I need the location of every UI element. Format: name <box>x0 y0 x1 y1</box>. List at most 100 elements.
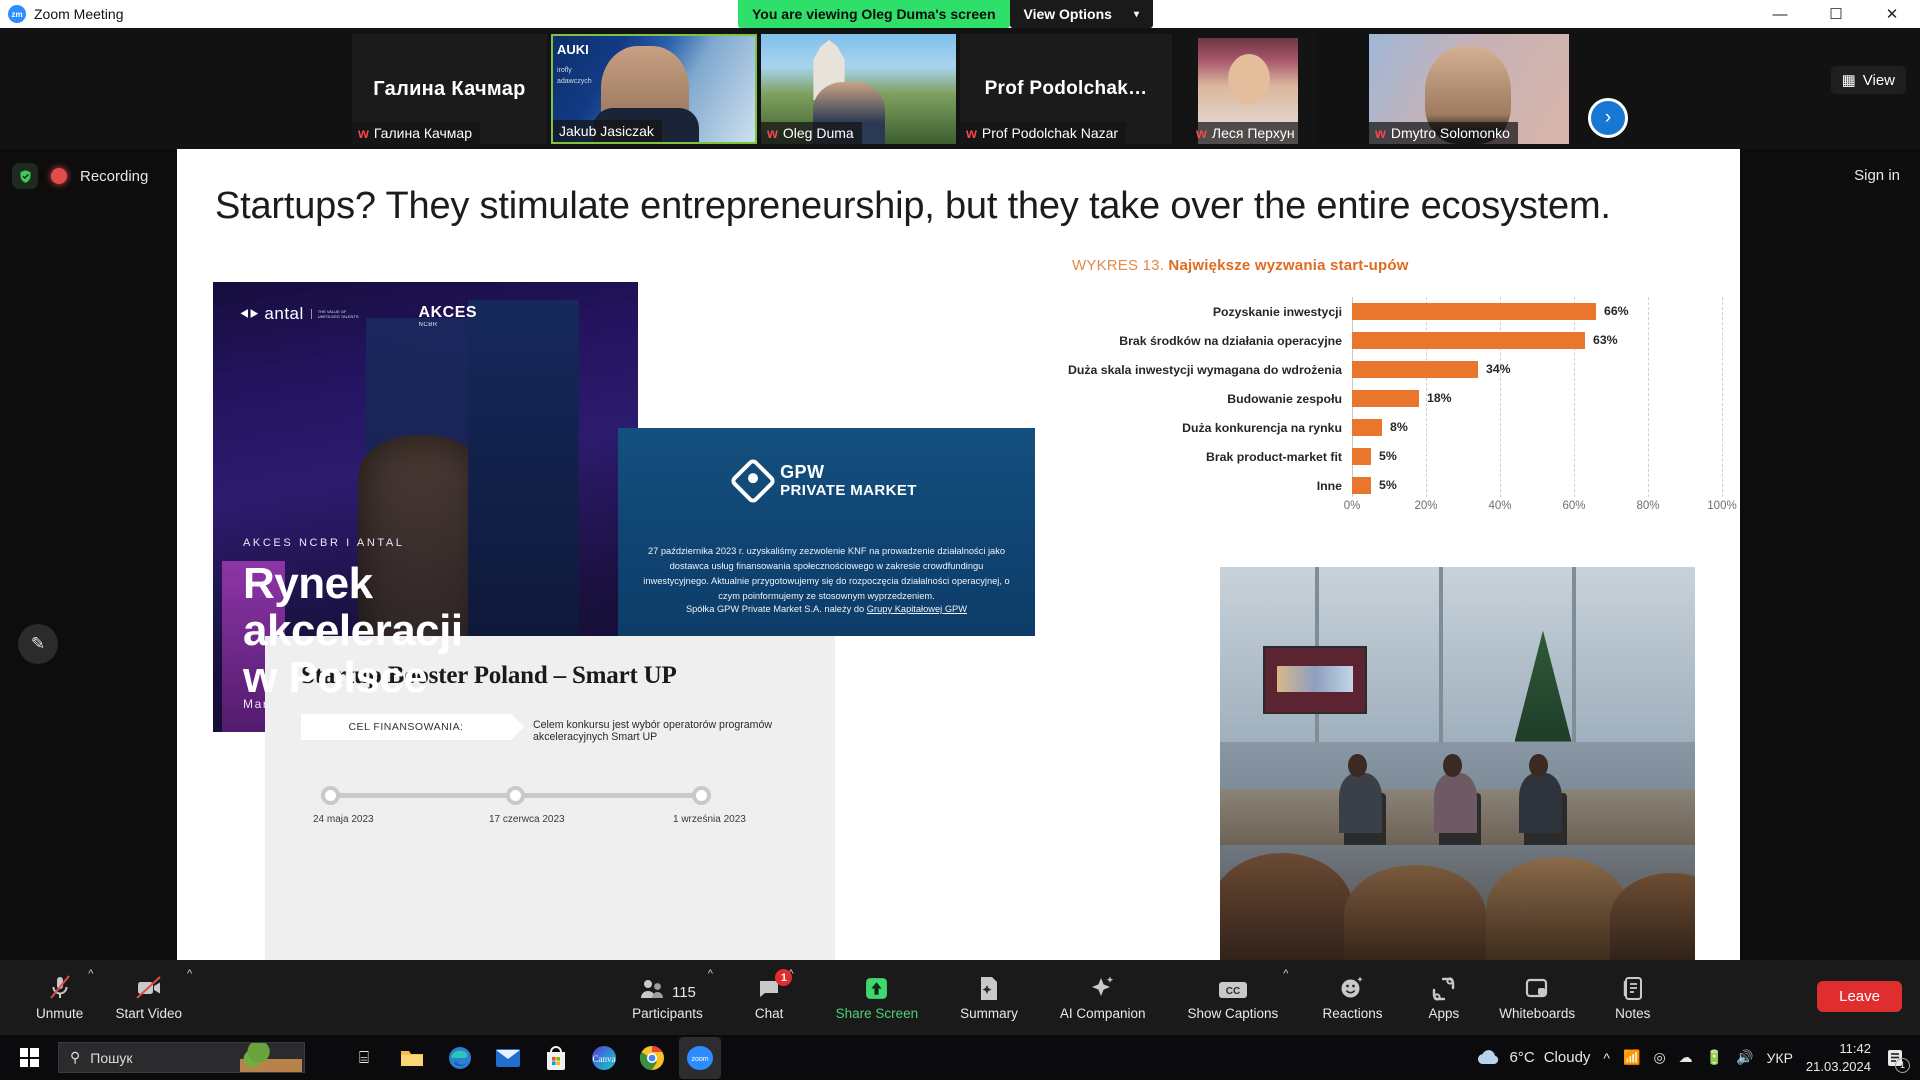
language-indicator[interactable]: УКР <box>1767 1050 1793 1066</box>
taskbar-clock[interactable]: 11:42 21.03.2024 <box>1806 1040 1871 1075</box>
chart-bar-track: 34% <box>1352 355 1722 384</box>
clock-time: 11:42 <box>1839 1040 1871 1056</box>
gpw-footer-text: Spółka GPW Private Market S.A. należy do… <box>640 604 1013 614</box>
ai-companion-icon <box>1090 975 1116 1001</box>
sign-in-button[interactable]: Sign in <box>1854 167 1900 184</box>
chart-title-prefix: WYKRES 13. <box>1072 257 1165 274</box>
participants-icon <box>640 979 663 998</box>
task-view-icon[interactable]: ⌸ <box>343 1037 385 1079</box>
svg-text:CC: CC <box>1226 986 1240 997</box>
notifications-button[interactable]: 1 <box>1884 1047 1910 1073</box>
whiteboards-button[interactable]: Whiteboards <box>1499 960 1575 1035</box>
leave-meeting-button[interactable]: Leave <box>1817 981 1902 1012</box>
close-button[interactable]: ✕ <box>1864 0 1920 28</box>
onedrive-icon[interactable]: ☁ <box>1679 1049 1693 1066</box>
zoom-taskbar-icon[interactable]: zoom <box>679 1036 721 1079</box>
weather-description: Cloudy <box>1543 1049 1591 1066</box>
antal-mark-icon: ⯇⯈ <box>239 305 259 322</box>
filmstrip-next-button[interactable]: › <box>1588 98 1628 138</box>
audio-options-chevron-icon[interactable]: ^ <box>88 968 93 980</box>
photo-panelist <box>1338 773 1382 833</box>
annotate-pen-button[interactable]: ✎ <box>18 624 58 664</box>
video-options-chevron-icon[interactable]: ^ <box>187 968 192 980</box>
participants-button[interactable]: 115 Participants <box>632 960 703 1035</box>
photo-audience-head <box>1609 872 1695 964</box>
gpw-wordmark-line1: GPW <box>780 462 825 482</box>
canva-icon[interactable]: Canva <box>583 1037 625 1079</box>
ai-companion-button[interactable]: AI Companion <box>1060 960 1145 1035</box>
unmute-label: Unmute <box>36 1005 84 1021</box>
microsoft-store-icon[interactable] <box>535 1037 577 1079</box>
captions-group: CC Show Captions ^ <box>1187 960 1288 1035</box>
show-hidden-icons-chevron-icon[interactable]: ^ <box>1603 1050 1610 1066</box>
camera-in-use-icon[interactable]: ◎ <box>1653 1049 1665 1066</box>
chart-bar-fill <box>1352 477 1371 494</box>
chart-bar-row: Brak product-market fit 5% <box>1032 442 1722 471</box>
participant-tile-podolchak[interactable]: Prof Podolchak… w Prof Podolchak Nazar <box>960 34 1172 144</box>
timeline-node <box>506 786 525 805</box>
window-title-bar: zm Zoom Meeting You are viewing Oleg Dum… <box>0 0 1920 28</box>
windows-logo-icon <box>19 1048 39 1067</box>
battery-icon[interactable]: 🔋 <box>1706 1049 1723 1066</box>
chart-bar-label: Budowanie zespołu <box>1227 391 1342 406</box>
file-explorer-icon[interactable] <box>391 1037 433 1079</box>
photo-panelist <box>1433 773 1477 833</box>
show-captions-button[interactable]: CC Show Captions <box>1187 960 1278 1035</box>
chat-label: Chat <box>754 1005 784 1021</box>
unmute-button[interactable]: Unmute <box>36 960 83 1035</box>
pen-icon: ✎ <box>30 634 46 653</box>
chart-bar-value: 34% <box>1486 362 1511 376</box>
google-chrome-icon[interactable] <box>631 1037 673 1079</box>
wifi-icon[interactable]: 📶 <box>1623 1049 1640 1066</box>
summary-button[interactable]: Summary <box>960 960 1018 1035</box>
recording-indicator[interactable]: Recording <box>12 163 148 189</box>
weather-widget[interactable]: 6°C Cloudy <box>1475 1049 1591 1067</box>
zoom-meeting-toolbar: Unmute ^ Start Video ^ 115 Participants … <box>0 960 1920 1035</box>
notes-button[interactable]: Notes <box>1615 960 1650 1035</box>
microsoft-edge-icon[interactable] <box>439 1037 481 1079</box>
minimize-button[interactable]: — <box>1752 0 1808 28</box>
notification-count: 1 <box>1895 1057 1910 1073</box>
tile-name-strip: w Галина Качмар <box>352 122 480 144</box>
participants-chevron-icon[interactable]: ^ <box>708 968 713 980</box>
participants-group: 115 Participants ^ <box>632 960 713 1035</box>
share-screen-label: Share Screen <box>835 1005 919 1021</box>
search-icon: ⚲ <box>70 1049 81 1065</box>
cover-kicker: AKCES NCBR I ANTAL <box>243 537 405 549</box>
reactions-icon <box>1339 975 1365 1001</box>
mail-icon[interactable] <box>487 1037 529 1079</box>
apps-button[interactable]: Apps <box>1429 960 1459 1035</box>
notes-label: Notes <box>1615 1005 1651 1021</box>
participants-label: Participants <box>632 1005 703 1021</box>
participant-tile-lesya[interactable]: w Леся Перхун <box>1176 34 1316 144</box>
captions-chevron-icon[interactable]: ^ <box>1283 968 1288 980</box>
participant-tile-halyna[interactable]: Галина Качмар w Галина Качмар <box>352 34 547 144</box>
view-options-button[interactable]: View Options ▾ <box>1009 0 1153 28</box>
photo-window-mullion <box>1438 567 1443 742</box>
start-video-button[interactable]: Start Video <box>115 960 182 1035</box>
taskbar-search-box[interactable]: ⚲ Пошук <box>58 1042 305 1073</box>
chart-bar-fill <box>1352 448 1371 465</box>
tile-name-strip: w Dmytro Solomonko <box>1369 122 1518 144</box>
chat-unread-badge: 1 <box>775 969 793 986</box>
share-screen-button[interactable]: Share Screen <box>835 960 919 1035</box>
volume-icon[interactable]: 🔊 <box>1736 1049 1753 1066</box>
maximize-button[interactable]: ☐ <box>1808 0 1864 28</box>
chart-xtick-80: 80% <box>1636 500 1660 512</box>
chart-bar-track: 63% <box>1352 326 1722 355</box>
video-off-icon <box>135 975 163 1001</box>
participant-tile-oleg[interactable]: w Oleg Duma <box>761 34 956 144</box>
view-layout-button[interactable]: ▦ View <box>1830 66 1906 94</box>
video-control-group: Start Video ^ <box>115 960 192 1035</box>
reactions-button[interactable]: Reactions <box>1322 960 1383 1035</box>
chart-bars: Pozyskanie inwestycji 66% Brak środków n… <box>1032 297 1722 500</box>
chat-button[interactable]: 1 Chat <box>754 960 793 1035</box>
participant-tile-jakub[interactable]: AUKI irofly adawczych Jakub Jasiczak <box>551 34 757 144</box>
antal-tagline: THE VALUE OF UNFOLDED TALENTS <box>310 309 359 319</box>
encryption-shield-icon[interactable] <box>12 163 38 189</box>
participant-tile-dmytro[interactable]: w Dmytro Solomonko <box>1369 34 1569 144</box>
start-button[interactable] <box>0 1035 58 1080</box>
cover-headline: Rynek akceleracji w Polsce <box>243 559 463 703</box>
chart-bar-fill <box>1352 390 1419 407</box>
notes-icon <box>1622 975 1644 1001</box>
